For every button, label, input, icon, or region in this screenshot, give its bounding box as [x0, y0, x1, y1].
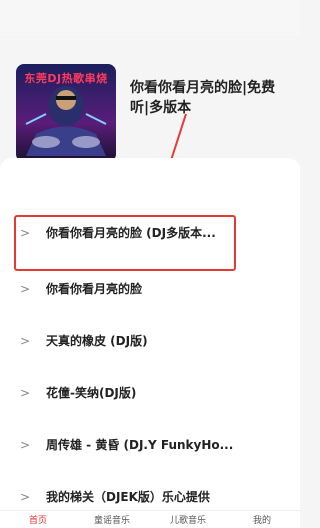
chevron-right-icon: >	[20, 490, 31, 504]
chevron-right-icon: >	[20, 438, 31, 452]
chevron-right-icon: >	[20, 334, 31, 348]
song-title: 天真的橡皮 (DJ版)	[46, 334, 148, 348]
status-bar	[0, 0, 300, 36]
song-row[interactable]: > 天真的橡皮 (DJ版)	[0, 316, 300, 368]
song-row[interactable]: > 你看你看月亮的脸	[0, 264, 300, 316]
tab-mine[interactable]: 我的	[232, 513, 292, 526]
song-title: 你看你看月亮的脸	[46, 282, 143, 296]
song-row[interactable]: > 周传雄 - 黄昏 (DJ.Y FunkyHo...	[0, 420, 300, 472]
chevron-right-icon: >	[20, 386, 31, 400]
album-cover[interactable]: 东莞DJ热歌串烧	[16, 64, 116, 162]
song-title: 花僮-笑纳(DJ版)	[46, 386, 137, 400]
highlight-box	[14, 215, 236, 271]
song-title: 我的梯关（DJEK版）乐心提供	[46, 490, 210, 504]
tab-home[interactable]: 首页	[8, 513, 68, 526]
chevron-right-icon: >	[20, 282, 31, 296]
tab-children-music[interactable]: 儿歌音乐	[158, 513, 218, 526]
album-cover-text: 东莞DJ热歌串烧	[24, 72, 108, 85]
song-list: > 你看你看月亮的脸 (DJ多版本... > 你看你看月亮的脸 > 天真的橡皮 …	[0, 158, 300, 510]
song-title: 周传雄 - 黄昏 (DJ.Y FunkyHo...	[46, 438, 234, 452]
tab-nursery-music[interactable]: 童谣音乐	[82, 513, 142, 526]
song-row[interactable]: > 花僮-笑纳(DJ版)	[0, 368, 300, 420]
bottom-tab-bar: 首页 童谣音乐 儿歌音乐 我的	[0, 510, 300, 528]
